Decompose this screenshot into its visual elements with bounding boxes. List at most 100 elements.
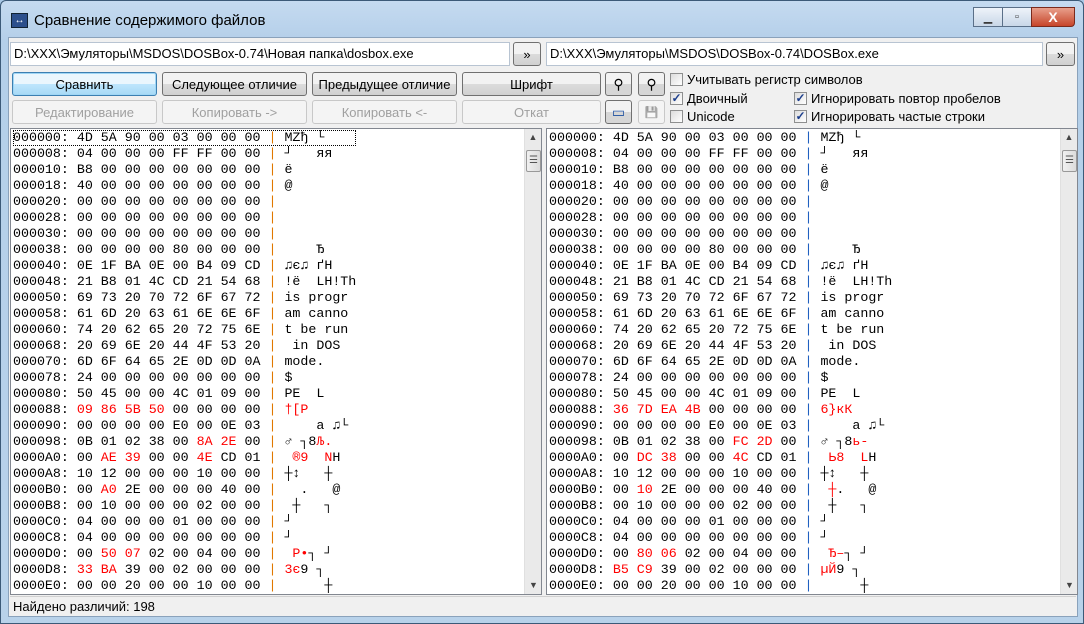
hex-byte: 00 [756,210,773,225]
hex-byte: 74 [612,322,629,337]
scroll-up-arrow-icon[interactable]: ▲ [525,129,541,146]
copy-left-button[interactable]: Копировать <- [312,100,457,124]
hex-byte: 00 [612,482,629,497]
hex-byte: 00 [220,514,237,529]
browse-left-button[interactable]: » [513,42,541,66]
compare-button[interactable]: Сравнить [12,72,157,96]
case-sensitive-checkbox[interactable]: Учитывать регистр символов [670,71,863,88]
next-diff-button[interactable]: Следующее отличие [162,72,307,96]
hex-byte: 00 [124,146,141,161]
prev-diff-button[interactable]: Предыдущее отличие [312,72,457,96]
ascii-text [844,450,860,465]
right-file-path-input[interactable]: D:\XXX\Эмуляторы\MSDOS\DOSBox-0.74\DOSBo… [546,42,1043,66]
column-separator: | [268,562,277,577]
hex-byte: 00 [148,386,165,401]
scroll-thumb[interactable]: ☰ [1062,150,1077,172]
save-button[interactable]: 💾 [638,100,665,124]
ignore-frequent-checkbox[interactable]: ✓ Игнорировать частые строки [794,108,985,125]
row-offset: 000050: [549,290,605,305]
column-separator: | [804,402,813,417]
hex-byte: 00 [148,194,165,209]
hex-byte: 70 [148,290,165,305]
hex-byte: B5 [612,562,629,577]
hex-byte: 00 [756,194,773,209]
app-icon: ↔ [11,12,28,28]
panel-button[interactable]: ▭ [605,100,632,124]
row-offset: 000058: [549,306,605,321]
hex-byte: 00 [244,162,261,177]
close-button[interactable]: X [1031,7,1075,27]
column-separator: | [804,226,813,241]
hex-row: 0000A0: 00 DC 38 00 00 4C CD 01 | Ь8 LН [549,450,892,466]
row-offset: 000000: [13,130,69,145]
hex-byte: 00 [172,530,189,545]
column-separator: | [804,178,813,193]
hex-byte: 04 [732,546,749,561]
hex-byte: 20 [684,338,701,353]
ascii-text [308,450,324,465]
hex-byte: 00 [780,562,797,577]
edit-button[interactable]: Редактирование [12,100,157,124]
copy-right-button[interactable]: Копировать -> [162,100,307,124]
hex-byte: 10 [76,466,93,481]
scroll-down-arrow-icon[interactable]: ▼ [1061,577,1077,594]
hex-byte: B4 [732,258,749,273]
hex-byte: 00 [684,514,701,529]
ascii-text: $ [284,370,293,385]
hex-byte: 00 [756,370,773,385]
row-offset: 000060: [549,322,605,337]
hex-byte: 00 [148,226,165,241]
minimize-button[interactable]: ▁ [973,7,1003,27]
font-button[interactable]: Шрифт [462,72,601,96]
find-next-button[interactable]: ⚲ [638,72,665,96]
hex-row: 0000C0: 04 00 00 00 01 00 00 00 | ┘ [549,514,892,530]
right-hex-pane[interactable]: 000000: 4D 5A 90 00 03 00 00 00 | MZђ └ 0… [546,128,1078,595]
maximize-button[interactable]: ▫ [1002,7,1032,27]
scroll-down-arrow-icon[interactable]: ▼ [525,577,541,594]
find-button[interactable]: ⚲ [605,72,632,96]
scroll-up-arrow-icon[interactable]: ▲ [1061,129,1077,146]
hex-byte: 00 [732,210,749,225]
scroll-thumb[interactable]: ☰ [526,150,541,172]
ascii-text: ┼ ┐ [284,498,333,513]
hex-byte: 20 [124,578,141,593]
hex-byte: 00 [172,178,189,193]
hex-byte: 39 [124,562,141,577]
unicode-checkbox[interactable]: Unicode [670,108,735,125]
checkbox-label: Двоичный [687,91,748,106]
left-hex-pane[interactable]: 000000: 4D 5A 90 00 03 00 00 00 | MZђ └ 0… [10,128,542,595]
hex-row: 000028: 00 00 00 00 00 00 00 00 | [549,210,892,226]
hex-byte: 00 [708,482,725,497]
hex-byte: CD [244,258,261,273]
hex-byte: 00 [172,226,189,241]
hex-row: 000030: 00 00 00 00 00 00 00 00 | [549,226,892,242]
hex-byte: 00 [732,178,749,193]
rollback-button[interactable]: Откат [462,100,601,124]
column-separator: | [804,482,813,497]
ignore-spaces-checkbox[interactable]: ✓ Игнорировать повтор пробелов [794,90,1001,107]
right-scrollbar[interactable]: ▲ ☰ ▼ [1060,129,1077,594]
browse-right-button[interactable]: » [1046,42,1075,66]
hex-byte: 20 [124,306,141,321]
left-file-path-input[interactable]: D:\XXX\Эмуляторы\MSDOS\DOSBox-0.74\Новая… [10,42,510,66]
binary-checkbox[interactable]: ✓ Двоичный [670,90,748,107]
hex-byte: 69 [76,290,93,305]
column-separator: | [268,354,277,369]
hex-byte: 4C [148,274,165,289]
hex-byte: 00 [172,466,189,481]
hex-byte: 00 [100,162,117,177]
hex-byte: 00 [124,370,141,385]
column-separator: | [804,338,813,353]
hex-byte: 00 [612,418,629,433]
column-separator: | [268,130,277,145]
hex-byte: 1F [636,258,653,273]
hex-byte: B8 [636,274,653,289]
hex-byte: 10 [732,578,749,593]
left-scrollbar[interactable]: ▲ ☰ ▼ [524,129,541,594]
hex-byte: 50 [612,386,629,401]
hex-byte: 74 [76,322,93,337]
column-separator: | [268,514,277,529]
hex-byte: 90 [660,130,677,145]
hex-byte: 20 [660,306,677,321]
hex-byte: 04 [612,146,629,161]
